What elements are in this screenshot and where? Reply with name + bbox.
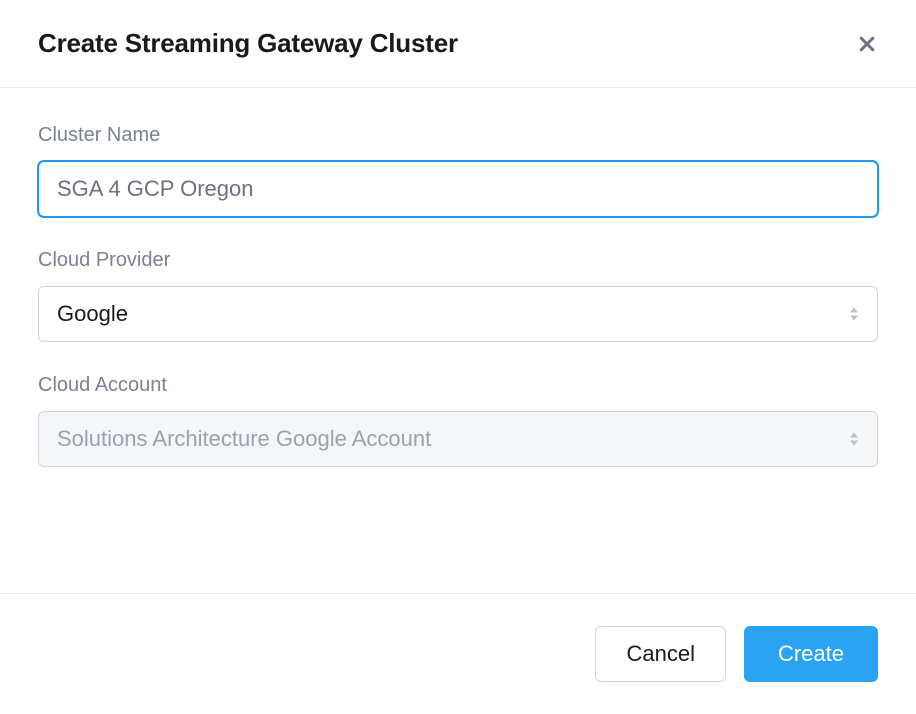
dialog-header: Create Streaming Gateway Cluster bbox=[0, 0, 916, 88]
updown-chevron-icon bbox=[849, 433, 859, 446]
updown-chevron-icon bbox=[849, 308, 859, 321]
cluster-name-label: Cluster Name bbox=[38, 124, 878, 147]
cloud-provider-label: Cloud Provider bbox=[38, 249, 878, 272]
dialog-body: Cluster Name Cloud Provider Google Cloud… bbox=[0, 88, 916, 593]
cloud-account-label: Cloud Account bbox=[38, 374, 878, 397]
cluster-name-input[interactable] bbox=[38, 161, 878, 217]
cancel-button[interactable]: Cancel bbox=[595, 626, 725, 682]
cluster-name-group: Cluster Name bbox=[38, 124, 878, 217]
cloud-account-select[interactable]: Solutions Architecture Google Account bbox=[38, 411, 878, 467]
create-cluster-dialog: Create Streaming Gateway Cluster Cluster… bbox=[0, 0, 916, 714]
cloud-provider-select[interactable]: Google bbox=[38, 286, 878, 342]
create-button[interactable]: Create bbox=[744, 626, 878, 682]
cloud-provider-value: Google bbox=[57, 301, 128, 326]
dialog-footer: Cancel Create bbox=[0, 593, 916, 714]
cloud-account-value: Solutions Architecture Google Account bbox=[57, 426, 431, 451]
close-icon[interactable] bbox=[856, 33, 878, 55]
dialog-title: Create Streaming Gateway Cluster bbox=[38, 28, 458, 59]
cloud-account-group: Cloud Account Solutions Architecture Goo… bbox=[38, 374, 878, 467]
cloud-provider-group: Cloud Provider Google bbox=[38, 249, 878, 342]
